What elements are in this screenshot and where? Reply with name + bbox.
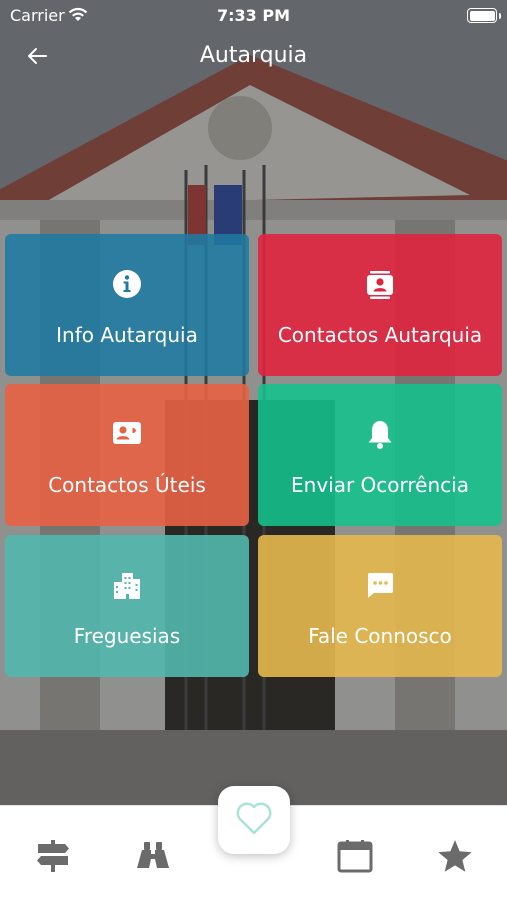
tile-label: Fale Connosco	[308, 624, 452, 648]
battery-icon	[467, 8, 501, 23]
contact-book-icon	[366, 269, 394, 301]
tile-label: Contactos Autarquia	[277, 323, 483, 347]
star-icon	[437, 839, 473, 877]
status-bar: Carrier 7:33 PM	[0, 0, 507, 30]
heart-icon	[234, 800, 274, 840]
signpost-icon	[35, 839, 71, 877]
tile-contactos-autarquia[interactable]: Contactos Autarquia	[258, 234, 502, 376]
tile-label: Info Autarquia	[56, 323, 198, 347]
tile-fale-connosco[interactable]: Fale Connosco	[258, 535, 502, 677]
binoculars-icon	[135, 840, 171, 876]
tile-label: Enviar Ocorrência	[291, 473, 469, 497]
center-favorite-button[interactable]	[218, 786, 290, 854]
tile-info-autarquia[interactable]: Info Autarquia	[5, 234, 249, 376]
tile-label: Freguesias	[73, 624, 181, 648]
bell-icon	[366, 419, 394, 451]
status-time: 7:33 PM	[216, 6, 290, 25]
tab-signpost[interactable]	[33, 838, 73, 878]
page-title: Autarquia	[199, 43, 308, 68]
info-circle-icon	[112, 269, 142, 301]
contact-card-icon	[112, 419, 142, 451]
calendar-icon	[337, 839, 373, 877]
tile-contactos-uteis[interactable]: Contactos Úteis	[5, 384, 249, 526]
tile-enviar-ocorrencia[interactable]: Enviar Ocorrência	[258, 384, 502, 526]
tab-binoculars[interactable]	[133, 838, 173, 878]
tab-calendar[interactable]	[335, 838, 375, 878]
tab-favorites[interactable]	[435, 838, 475, 878]
tile-label: Contactos Úteis	[48, 473, 206, 497]
chat-bubble-icon	[365, 570, 395, 602]
buildings-icon	[112, 570, 142, 602]
tile-freguesias[interactable]: Freguesias	[5, 535, 249, 677]
